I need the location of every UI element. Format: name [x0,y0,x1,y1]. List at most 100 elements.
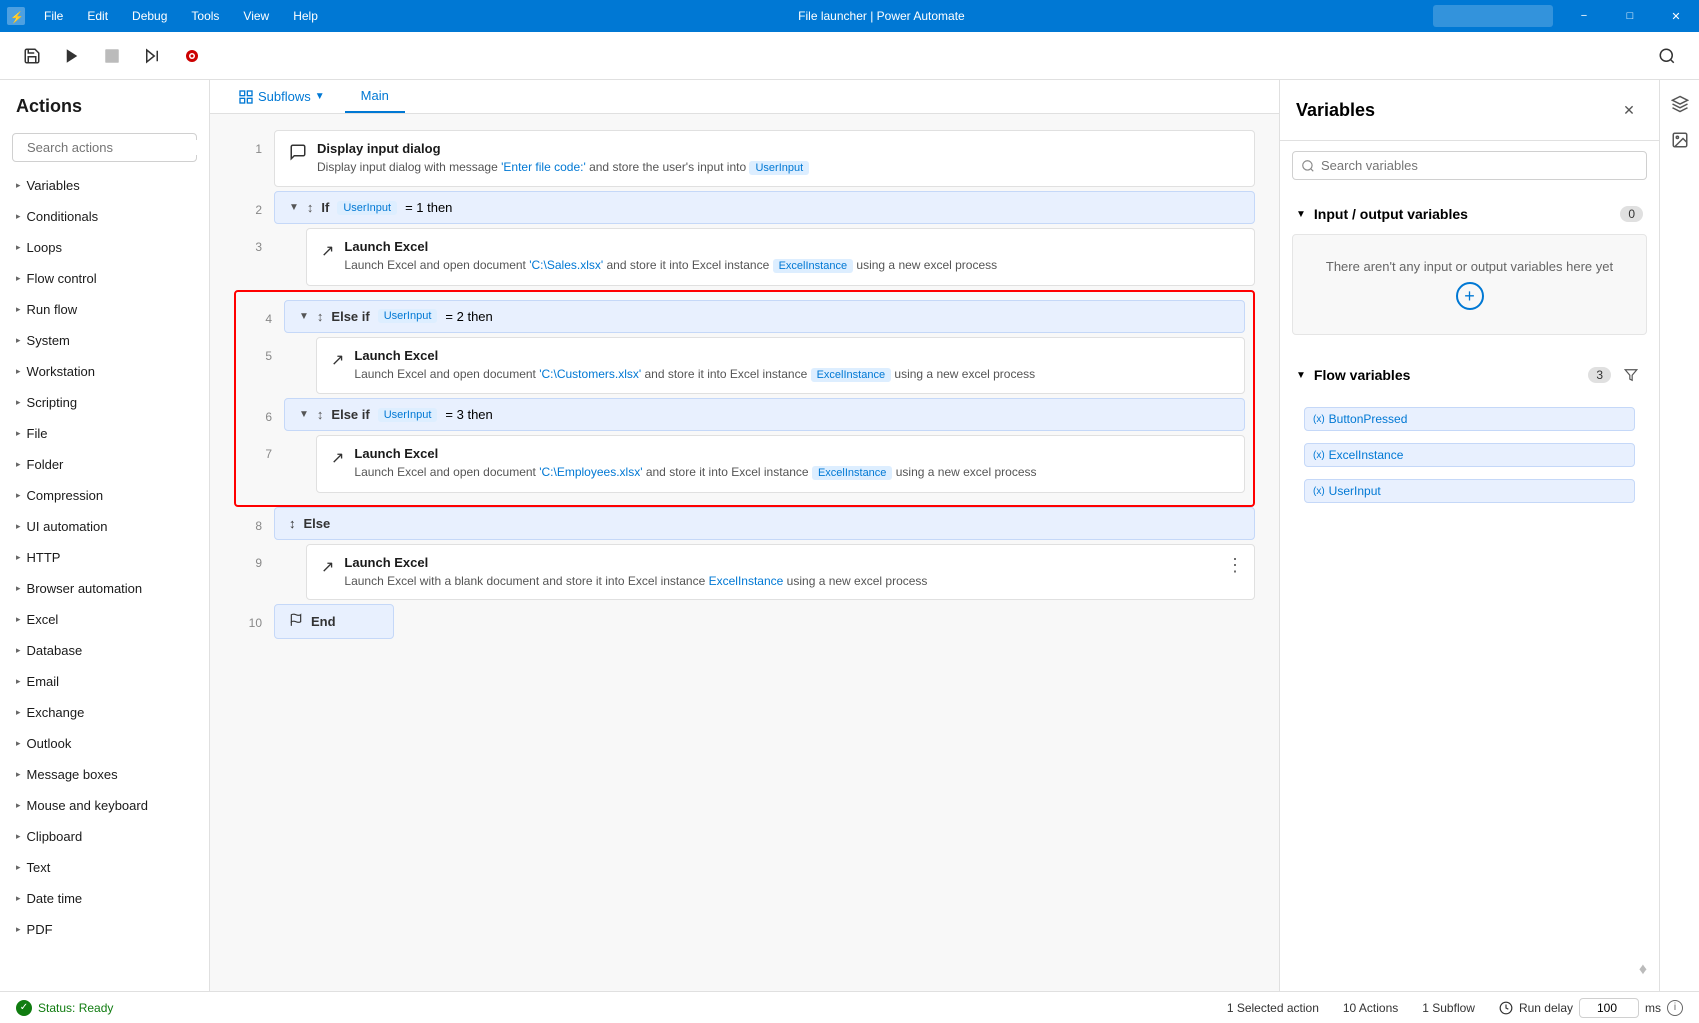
run-button[interactable] [56,40,88,72]
search-button[interactable] [1651,40,1683,72]
chevron-down-icon: ▼ [1296,370,1306,381]
action-item-variables[interactable]: ▸ Variables [0,170,209,201]
chevron-right-icon: ▸ [16,273,21,284]
next-step-button[interactable] [136,40,168,72]
variables-search-box[interactable] [1292,151,1647,180]
action-item-datetime[interactable]: ▸ Date time [0,883,209,914]
step-number-7: 7 [244,435,272,461]
action-item-flow-control[interactable]: ▸ Flow control [0,263,209,294]
flow-block-launch-excel-3[interactable]: ↗ Launch Excel Launch Excel and open doc… [316,435,1245,492]
action-item-email[interactable]: ▸ Email [0,666,209,697]
variables-search-input[interactable] [1321,158,1638,173]
image-button[interactable] [1664,124,1696,156]
chevron-right-icon: ▸ [16,428,21,439]
stop-button[interactable] [96,40,128,72]
menu-edit[interactable]: Edit [75,0,120,32]
var-chip-buttonpressed[interactable]: (x) ButtonPressed [1304,407,1635,431]
caret-down-icon: ▼ [289,202,299,213]
selected-action-count: 1 Selected action [1227,1001,1319,1015]
flow-step-7: 7 ↗ Launch Excel Launch Excel and open d… [244,435,1245,492]
tab-main[interactable]: Main [345,80,405,113]
filter-button[interactable] [1619,363,1643,387]
minimize-button[interactable]: − [1561,0,1607,32]
record-button[interactable] [176,40,208,72]
elseif-condition-2[interactable]: ▼ ↕ Else if UserInput = 3 then [284,398,1245,431]
variables-close-button[interactable]: ✕ [1615,96,1643,124]
flow-canvas[interactable]: 1 Display input dialog Disp [210,114,1279,991]
actions-search-input[interactable] [27,140,203,155]
action-item-workstation[interactable]: ▸ Workstation [0,356,209,387]
else-block[interactable]: ↕ Else [274,507,1255,540]
action-item-mouse-keyboard[interactable]: ▸ Mouse and keyboard [0,790,209,821]
menu-view[interactable]: View [231,0,281,32]
chevron-right-icon: ▸ [16,490,21,501]
step-menu-button[interactable]: ⋮ [1226,555,1244,576]
flow-variables-header[interactable]: ▼ Flow variables 3 [1292,355,1647,395]
condition-icon: ↕ [317,309,324,324]
step-content-1: Display input dialog Display input dialo… [274,130,1255,187]
actions-search-box[interactable] [12,133,197,162]
step-number-8: 8 [234,507,262,533]
var-chip-excelinstance[interactable]: (x) ExcelInstance [1304,443,1635,467]
flow-block-launch-excel-2[interactable]: ↗ Launch Excel Launch Excel and open doc… [316,337,1245,394]
action-item-exchange[interactable]: ▸ Exchange [0,697,209,728]
action-item-file[interactable]: ▸ File [0,418,209,449]
flow-block-launch-excel-blank[interactable]: ↗ Launch Excel Launch Excel with a blank… [306,544,1255,601]
flow-step-2: 2 ▼ ↕ If UserInput = 1 then [234,191,1255,224]
maximize-button[interactable]: □ [1607,0,1653,32]
save-button[interactable] [16,40,48,72]
end-block[interactable]: End [274,604,394,639]
step-content-7: ↗ Launch Excel Launch Excel and open doc… [316,435,1245,492]
flow-block-body-7: Launch Excel Launch Excel and open docum… [354,446,1230,481]
menu-tools[interactable]: Tools [179,0,231,32]
app-icon: ⚡ [0,0,32,32]
action-item-excel[interactable]: ▸ Excel [0,604,209,635]
add-variable-button[interactable]: + [1456,282,1484,310]
action-item-clipboard[interactable]: ▸ Clipboard [0,821,209,852]
action-item-message-boxes[interactable]: ▸ Message boxes [0,759,209,790]
action-item-run-flow[interactable]: ▸ Run flow [0,294,209,325]
subflows-button[interactable]: Subflows ▼ [226,81,337,113]
input-output-header[interactable]: ▼ Input / output variables 0 [1292,198,1647,230]
window-title: File launcher | Power Automate [330,9,1433,23]
action-item-text[interactable]: ▸ Text [0,852,209,883]
action-item-system[interactable]: ▸ System [0,325,209,356]
run-delay-input[interactable] [1579,998,1639,1018]
action-item-scripting[interactable]: ▸ Scripting [0,387,209,418]
menu-help[interactable]: Help [281,0,330,32]
action-item-ui-automation[interactable]: ▸ UI automation [0,511,209,542]
menu-file[interactable]: File [32,0,75,32]
action-item-compression[interactable]: ▸ Compression [0,480,209,511]
info-icon[interactable]: i [1667,1000,1683,1016]
step1-desc: Display input dialog with message 'Enter… [317,159,1240,176]
caret-down-icon: ▼ [299,311,309,322]
action-item-loops[interactable]: ▸ Loops [0,232,209,263]
chevron-right-icon: ▸ [16,304,21,315]
step-content-6: ▼ ↕ Else if UserInput = 3 then [284,398,1245,431]
chevron-right-icon: ▸ [16,242,21,253]
chevron-down-icon: ▼ [315,91,325,102]
action-item-conditionals[interactable]: ▸ Conditionals [0,201,209,232]
menu-debug[interactable]: Debug [120,0,179,32]
action-item-outlook[interactable]: ▸ Outlook [0,728,209,759]
action-item-browser-automation[interactable]: ▸ Browser automation [0,573,209,604]
step3-desc: Launch Excel and open document 'C:\Sales… [344,257,1240,274]
layers-button[interactable] [1664,88,1696,120]
launch-icon: ↗ [321,239,334,261]
input-output-title: Input / output variables [1314,206,1612,222]
flow-variables-list: (x) ButtonPressed (x) ExcelInstance (x) … [1292,395,1647,515]
title-bar: ⚡ File Edit Debug Tools View Help File l… [0,0,1699,32]
flow-block-body-3: Launch Excel Launch Excel and open docum… [344,239,1240,274]
flow-block-display-input[interactable]: Display input dialog Display input dialo… [274,130,1255,187]
action-item-database[interactable]: ▸ Database [0,635,209,666]
action-item-pdf[interactable]: ▸ PDF [0,914,209,945]
action-item-http[interactable]: ▸ HTTP [0,542,209,573]
action-item-folder[interactable]: ▸ Folder [0,449,209,480]
elseif-condition-1[interactable]: ▼ ↕ Else if UserInput = 2 then [284,300,1245,333]
check-icon: ✓ [16,1000,32,1016]
close-button[interactable]: ✕ [1653,0,1699,32]
actions-panel: Actions ▸ Variables ▸ Conditionals [0,80,210,991]
flow-block-launch-excel-1[interactable]: ↗ Launch Excel Launch Excel and open doc… [306,228,1255,285]
var-chip-userinput[interactable]: (x) UserInput [1304,479,1635,503]
if-condition[interactable]: ▼ ↕ If UserInput = 1 then [274,191,1255,224]
